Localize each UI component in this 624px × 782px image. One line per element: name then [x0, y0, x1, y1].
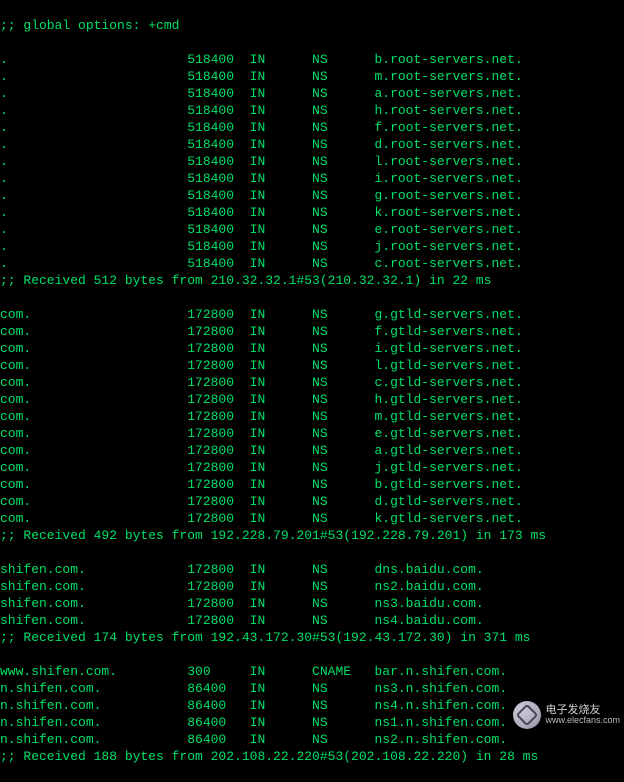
dns-record-line: shifen.com. 172800 IN NS ns4.baidu.com. — [0, 612, 624, 629]
dns-record-line: . 518400 IN NS k.root-servers.net. — [0, 204, 624, 221]
dns-record-line: com. 172800 IN NS l.gtld-servers.net. — [0, 357, 624, 374]
dns-record-line: com. 172800 IN NS i.gtld-servers.net. — [0, 340, 624, 357]
dns-record-line: n.shifen.com. 86400 IN NS ns3.n.shifen.c… — [0, 680, 624, 697]
dns-record-line: com. 172800 IN NS b.gtld-servers.net. — [0, 476, 624, 493]
dns-record-line: . 518400 IN NS b.root-servers.net. — [0, 51, 624, 68]
dns-record-line: . 518400 IN NS m.root-servers.net. — [0, 68, 624, 85]
dns-record-line: shifen.com. 172800 IN NS ns3.baidu.com. — [0, 595, 624, 612]
dns-record-line: com. 172800 IN NS d.gtld-servers.net. — [0, 493, 624, 510]
dns-record-line: . 518400 IN NS i.root-servers.net. — [0, 170, 624, 187]
dns-record-line: shifen.com. 172800 IN NS dns.baidu.com. — [0, 561, 624, 578]
dns-record-line: shifen.com. 172800 IN NS ns2.baidu.com. — [0, 578, 624, 595]
watermark-logo-icon — [513, 701, 541, 729]
dns-record-line: com. 172800 IN NS k.gtld-servers.net. — [0, 510, 624, 527]
dns-record-line: . 518400 IN NS l.root-servers.net. — [0, 153, 624, 170]
global-options-line: ;; global options: +cmd — [0, 17, 624, 34]
watermark-text-url: www.elecfans.com — [545, 716, 620, 726]
blank-line — [0, 646, 624, 663]
dns-record-line: . 518400 IN NS a.root-servers.net. — [0, 85, 624, 102]
dns-record-line: . 518400 IN NS g.root-servers.net. — [0, 187, 624, 204]
dns-record-line: . 518400 IN NS e.root-servers.net. — [0, 221, 624, 238]
dns-status-line: ;; Received 188 bytes from 202.108.22.22… — [0, 748, 624, 765]
blank-line — [0, 544, 624, 561]
dns-record-line: com. 172800 IN NS e.gtld-servers.net. — [0, 425, 624, 442]
dns-record-line: com. 172800 IN NS a.gtld-servers.net. — [0, 442, 624, 459]
dns-record-line: com. 172800 IN NS g.gtld-servers.net. — [0, 306, 624, 323]
dns-record-line: . 518400 IN NS d.root-servers.net. — [0, 136, 624, 153]
dns-blocks: . 518400 IN NS b.root-servers.net.. 5184… — [0, 51, 624, 765]
dns-status-line: ;; Received 492 bytes from 192.228.79.20… — [0, 527, 624, 544]
dns-record-line: com. 172800 IN NS h.gtld-servers.net. — [0, 391, 624, 408]
dns-record-line: com. 172800 IN NS c.gtld-servers.net. — [0, 374, 624, 391]
dns-record-line: . 518400 IN NS h.root-servers.net. — [0, 102, 624, 119]
dns-record-line: com. 172800 IN NS j.gtld-servers.net. — [0, 459, 624, 476]
dns-record-line: com. 172800 IN NS m.gtld-servers.net. — [0, 408, 624, 425]
blank-line — [0, 289, 624, 306]
dns-record-line: www.shifen.com. 300 IN CNAME bar.n.shife… — [0, 663, 624, 680]
terminal-output: ;; global options: +cmd . 518400 IN NS b… — [0, 0, 624, 782]
dns-record-line: com. 172800 IN NS f.gtld-servers.net. — [0, 323, 624, 340]
dns-status-line: ;; Received 174 bytes from 192.43.172.30… — [0, 629, 624, 646]
dns-status-line: ;; Received 512 bytes from 210.32.32.1#5… — [0, 272, 624, 289]
dns-record-line: n.shifen.com. 86400 IN NS ns2.n.shifen.c… — [0, 731, 624, 748]
watermark: 电子发烧友 www.elecfans.com — [513, 701, 620, 729]
dns-record-line: . 518400 IN NS f.root-servers.net. — [0, 119, 624, 136]
dns-record-line: . 518400 IN NS j.root-servers.net. — [0, 238, 624, 255]
dns-record-line: . 518400 IN NS c.root-servers.net. — [0, 255, 624, 272]
